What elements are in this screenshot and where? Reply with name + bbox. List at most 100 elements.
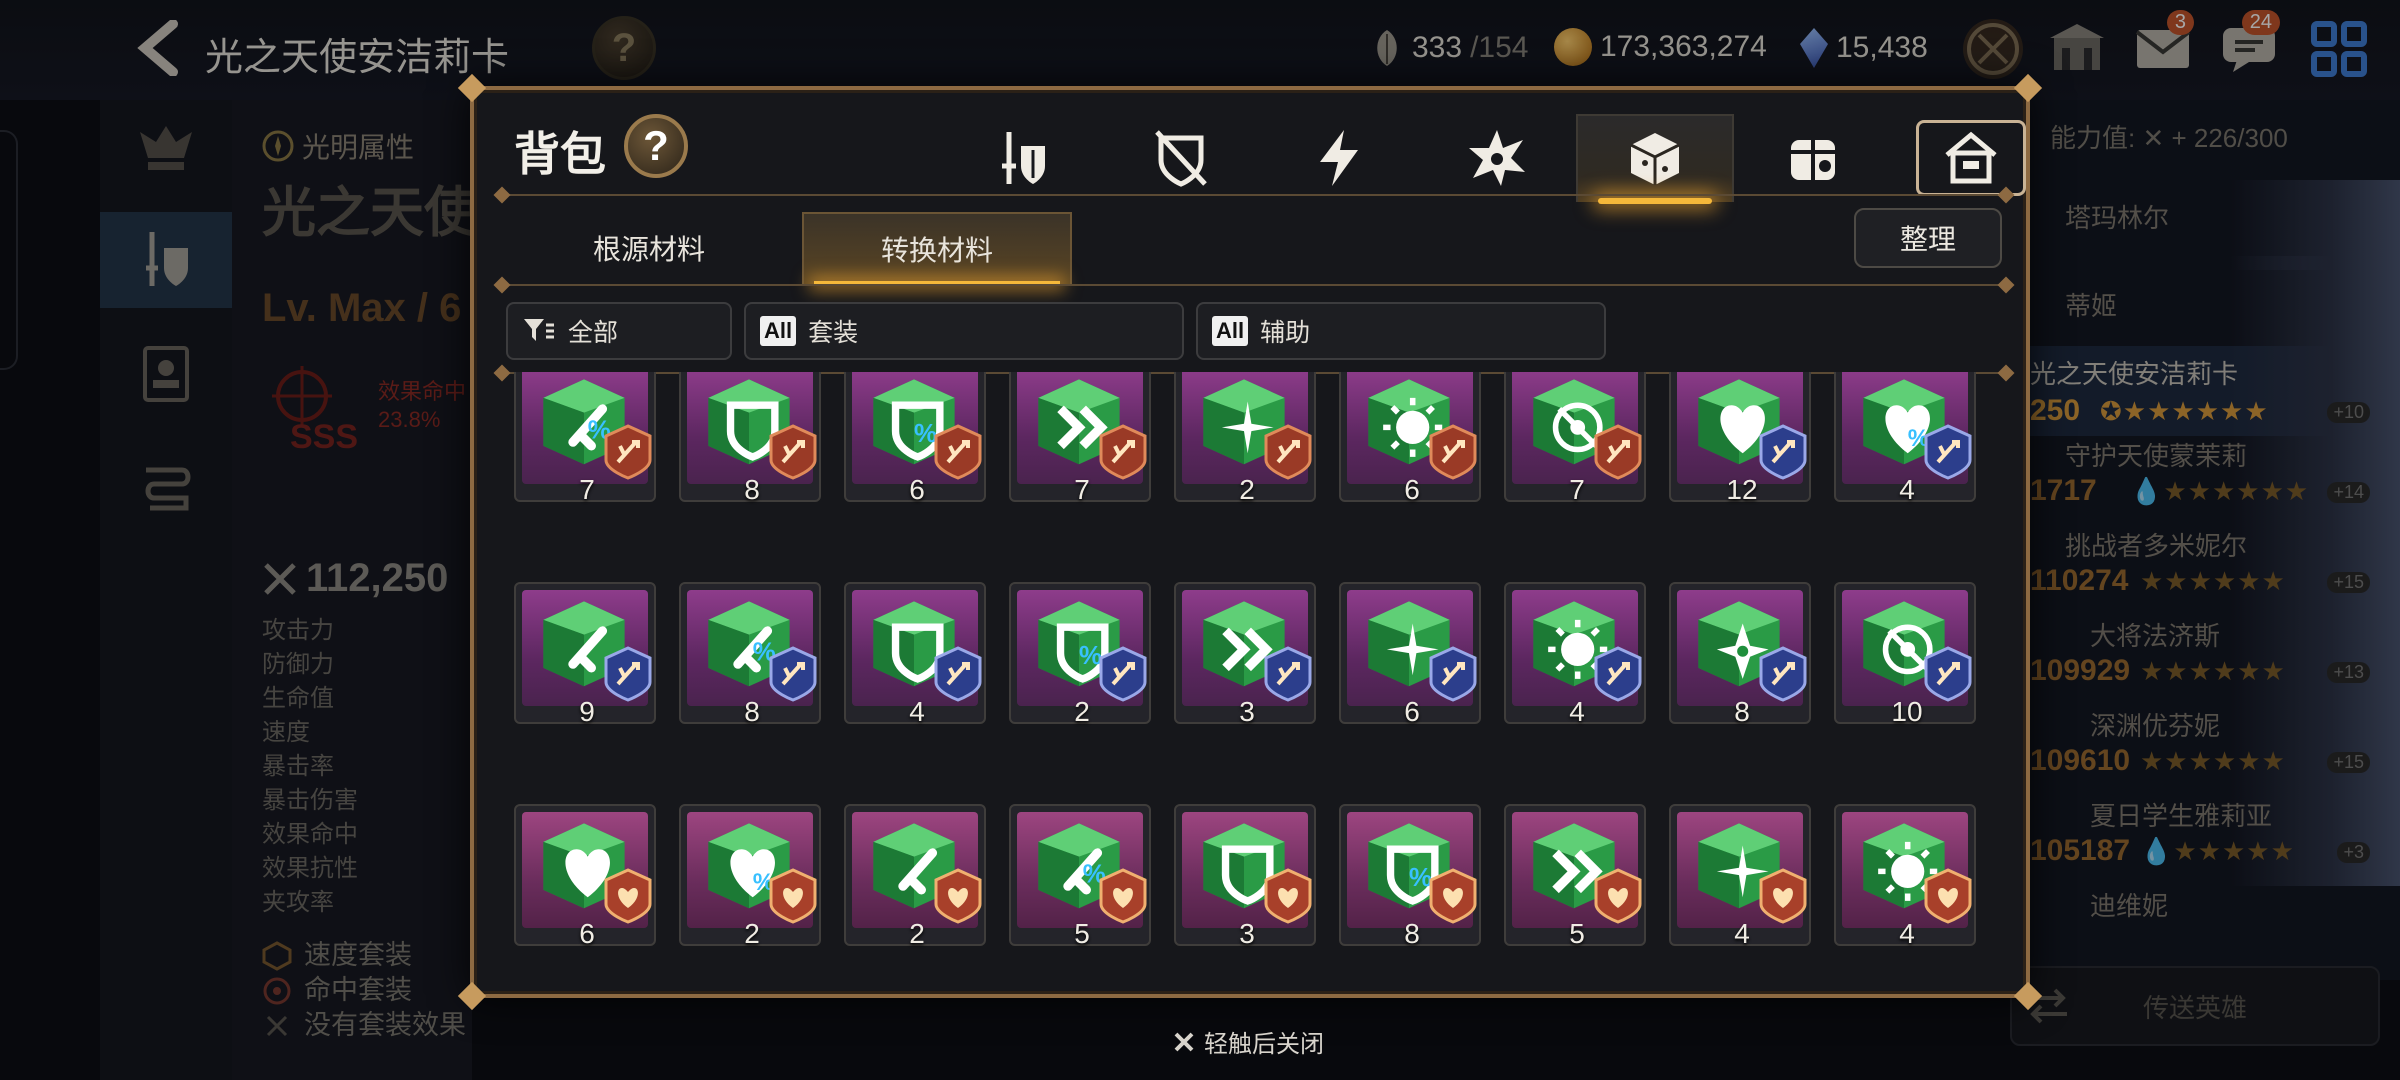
tab-scroll-bag[interactable] — [1734, 114, 1892, 202]
inventory-item-slot[interactable]: 2 — [1174, 372, 1316, 505]
item-count: 5 — [1569, 918, 1585, 949]
divider — [502, 194, 2006, 196]
filter-support-dropdown[interactable]: All 辅助 — [1196, 302, 1606, 360]
health-set-tag-icon — [934, 868, 982, 924]
item-count: 4 — [909, 696, 925, 727]
inventory-item-slot[interactable]: 3 — [1174, 582, 1316, 727]
tab-broken-shield[interactable] — [1102, 114, 1260, 202]
inventory-item-slot[interactable]: % 4 — [1834, 372, 1976, 505]
filter-bar: 全部 All 套装 All 辅助 — [506, 302, 1606, 360]
tab-material-cube[interactable] — [1576, 114, 1734, 204]
broken-shield-icon — [1155, 130, 1207, 187]
item-count: 4 — [1734, 918, 1750, 949]
material-cube-icon — [1630, 133, 1680, 185]
inventory-item-slot[interactable]: 6 — [1339, 372, 1481, 505]
defense-set-tag-icon — [604, 646, 652, 702]
inventory-item-slot[interactable]: % 5 — [1009, 804, 1151, 949]
defense-set-tag-icon — [1759, 424, 1807, 480]
sort-button[interactable]: 整理 — [1854, 208, 2002, 268]
inventory-item-slot[interactable]: 2 — [844, 804, 986, 949]
modal-title: 背包 — [514, 128, 606, 180]
tab-burst[interactable] — [1418, 114, 1576, 202]
item-count: 8 — [744, 696, 760, 727]
health-set-tag-icon — [1264, 868, 1312, 924]
tab-storage-house[interactable] — [1892, 114, 2050, 202]
attack-set-tag-icon — [604, 424, 652, 480]
inventory-item-slot[interactable]: 3 — [1174, 804, 1316, 949]
tab-weapon-armor[interactable] — [944, 114, 1102, 202]
attack-set-tag-icon — [1264, 424, 1312, 480]
attack-set-tag-icon — [1594, 424, 1642, 480]
filter-all-label: 全部 — [568, 319, 619, 347]
inventory-item-slot[interactable]: 5 — [1504, 804, 1646, 949]
tap-to-close-hint[interactable]: 轻触后关闭 — [1172, 1024, 1324, 1059]
defense-set-tag-icon — [1099, 646, 1147, 702]
inventory-item-slot[interactable]: 4 — [1834, 804, 1976, 949]
defense-set-tag-icon — [1924, 646, 1972, 702]
item-count: 4 — [1899, 918, 1915, 949]
inventory-item-slot[interactable]: 4 — [844, 582, 986, 727]
inventory-item-slot[interactable]: 8 — [679, 372, 821, 505]
inventory-item-slot[interactable]: % 2 — [679, 804, 821, 949]
inventory-item-slot[interactable]: 6 — [1339, 582, 1481, 727]
item-count: 2 — [1074, 696, 1090, 727]
defense-set-tag-icon — [1759, 646, 1807, 702]
item-count: 2 — [744, 918, 760, 949]
inventory-item-slot[interactable]: 10 — [1834, 582, 1976, 727]
filter-set-label: 套装 — [808, 319, 859, 347]
item-count: 2 — [909, 918, 925, 949]
all-badge: All — [760, 316, 797, 346]
inventory-item-slot[interactable]: 9 — [514, 582, 656, 727]
inventory-item-slot[interactable]: % 7 — [514, 372, 656, 505]
health-set-tag-icon — [1594, 868, 1642, 924]
item-count: 4 — [1569, 696, 1585, 727]
tab-lightning[interactable] — [1260, 114, 1418, 202]
inventory-item-slot[interactable]: 6 — [514, 804, 656, 949]
tab-source-material[interactable]: 根源材料 — [514, 212, 784, 284]
category-tabs — [944, 114, 2050, 204]
filter-set-dropdown[interactable]: All 套装 — [744, 302, 1184, 360]
inventory-item-slot[interactable]: 4 — [1669, 804, 1811, 949]
item-count: 4 — [1899, 474, 1915, 505]
inventory-modal: 背包 ? 根源材料 转换材料 整理 全部 All 套装 All 辅助 % 7 8… — [457, 73, 2043, 1011]
defense-set-tag-icon — [1924, 424, 1972, 480]
inventory-item-slot[interactable]: % 8 — [1339, 804, 1481, 949]
health-set-tag-icon — [769, 868, 817, 924]
burst-icon — [1469, 130, 1525, 186]
item-count: 5 — [1074, 918, 1090, 949]
inventory-item-slot[interactable]: % 6 — [844, 372, 986, 505]
tab-conversion-material[interactable]: 转换材料 — [802, 212, 1072, 286]
inventory-item-slot[interactable]: % 8 — [679, 582, 821, 727]
inventory-item-slot[interactable]: 4 — [1504, 582, 1646, 727]
item-count: 8 — [744, 474, 760, 505]
item-count: 7 — [1074, 474, 1090, 505]
item-count: 7 — [579, 474, 595, 505]
item-grid: % 7 8% 6 7 2 6 7 12% 4 9% 8 4% 2 3 6 4 8 10 6% 2 2% 5 3% 8 5 4 4 — [514, 372, 1976, 949]
item-count: 6 — [579, 918, 595, 949]
close-icon — [1174, 1032, 1194, 1051]
sub-tabs: 根源材料 转换材料 — [514, 212, 1072, 286]
storage-tab-frame — [1916, 120, 2026, 196]
item-count: 8 — [1734, 696, 1750, 727]
item-count: 12 — [1726, 474, 1758, 505]
item-grid-scroll[interactable]: % 7 8% 6 7 2 6 7 12% 4 9% 8 4% 2 3 6 4 8 10 6% 2 2% 5 3% 8 5 4 4 — [514, 372, 1994, 990]
filter-support-label: 辅助 — [1260, 319, 1311, 347]
defense-set-tag-icon — [769, 646, 817, 702]
inventory-item-slot[interactable]: 8 — [1669, 582, 1811, 727]
help-icon[interactable]: ? — [624, 114, 688, 178]
health-set-tag-icon — [1429, 868, 1477, 924]
health-set-tag-icon — [604, 868, 652, 924]
filter-all-dropdown[interactable]: 全部 — [506, 302, 732, 360]
defense-set-tag-icon — [1429, 646, 1477, 702]
filter-icon — [524, 319, 554, 341]
inventory-item-slot[interactable]: 7 — [1009, 372, 1151, 505]
divider — [502, 284, 2006, 286]
defense-set-tag-icon — [934, 646, 982, 702]
weapon-armor-icon — [1002, 132, 1045, 184]
inventory-item-slot[interactable]: 12 — [1669, 372, 1811, 505]
item-count: 6 — [1404, 696, 1420, 727]
inventory-item-slot[interactable]: % 2 — [1009, 582, 1151, 727]
item-count: 10 — [1891, 696, 1923, 727]
scroll-bag-icon — [1791, 140, 1835, 180]
inventory-item-slot[interactable]: 7 — [1504, 372, 1646, 505]
